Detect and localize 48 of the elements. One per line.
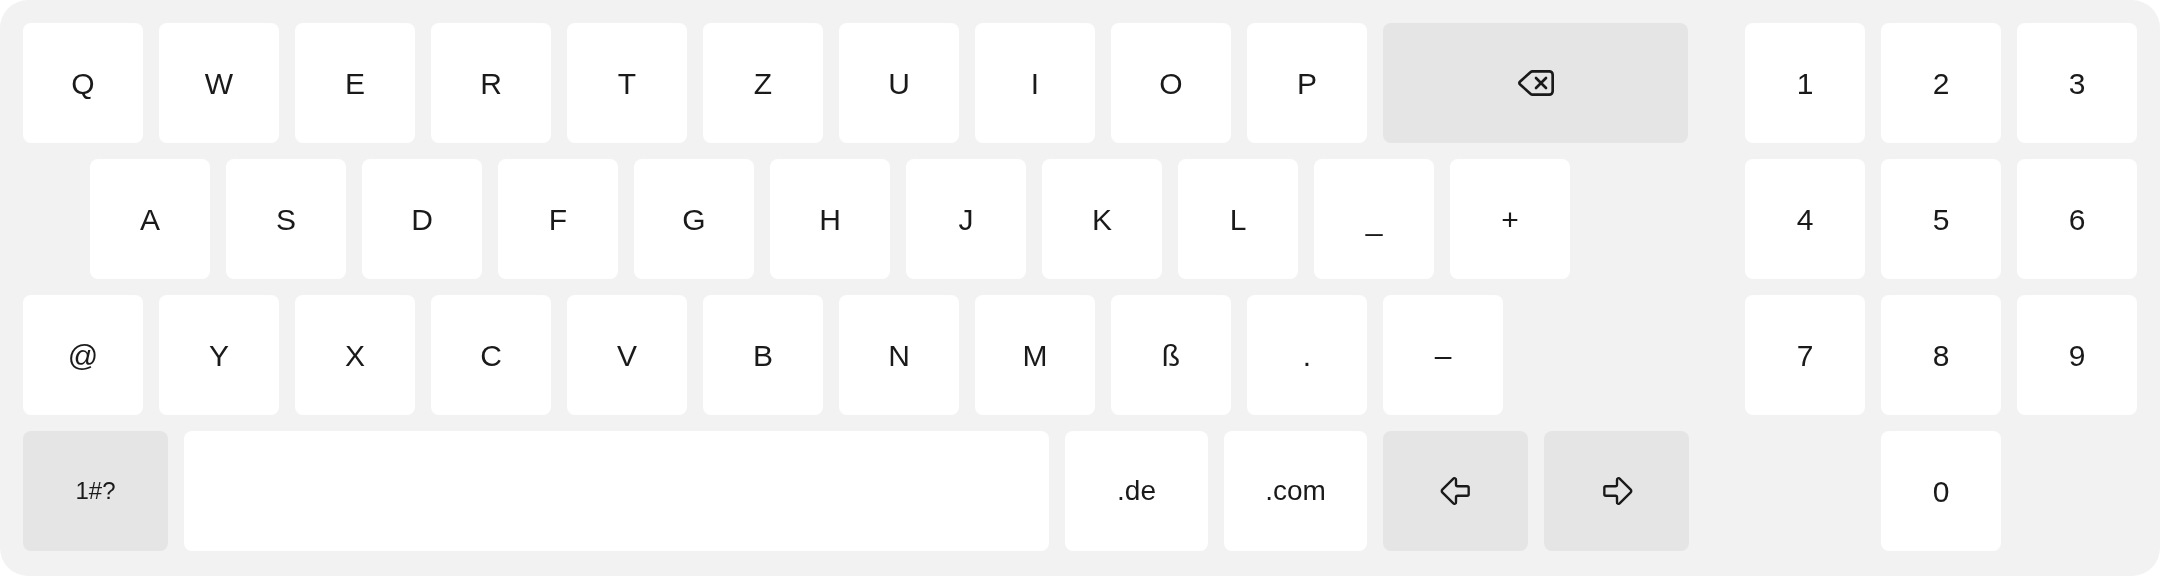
number-key[interactable]: 3 [2017, 23, 2137, 143]
key[interactable]: D [362, 159, 482, 279]
key[interactable]: N [839, 295, 959, 415]
key[interactable]: ß [1111, 295, 1231, 415]
number-key[interactable]: 5 [1881, 159, 2001, 279]
key[interactable]: S [226, 159, 346, 279]
domain-key[interactable]: .com [1224, 431, 1367, 551]
key[interactable]: Z [703, 23, 823, 143]
key[interactable]: K [1042, 159, 1162, 279]
key[interactable]: J [906, 159, 1026, 279]
key[interactable]: X [295, 295, 415, 415]
symbols-key[interactable]: 1#? [23, 431, 168, 551]
key[interactable]: G [634, 159, 754, 279]
number-key[interactable]: 4 [1745, 159, 1865, 279]
key[interactable]: – [1383, 295, 1503, 415]
number-key[interactable]: 2 [1881, 23, 2001, 143]
domain-key[interactable]: .de [1065, 431, 1208, 551]
key[interactable]: @ [23, 295, 143, 415]
number-key[interactable]: 7 [1745, 295, 1865, 415]
key[interactable]: _ [1314, 159, 1434, 279]
key[interactable]: M [975, 295, 1095, 415]
key[interactable]: V [567, 295, 687, 415]
key[interactable]: E [295, 23, 415, 143]
key[interactable]: Q [23, 23, 143, 143]
key[interactable]: A [90, 159, 210, 279]
number-key[interactable]: 9 [2017, 295, 2137, 415]
key[interactable]: I [975, 23, 1095, 143]
key[interactable]: H [770, 159, 890, 279]
key[interactable]: T [567, 23, 687, 143]
number-key[interactable]: 8 [1881, 295, 2001, 415]
left-arrow-key[interactable] [1383, 431, 1528, 551]
key[interactable]: C [431, 295, 551, 415]
right-arrow-key[interactable] [1544, 431, 1689, 551]
key[interactable]: O [1111, 23, 1231, 143]
number-key[interactable]: 0 [1881, 431, 2001, 551]
key[interactable]: + [1450, 159, 1570, 279]
key[interactable]: F [498, 159, 618, 279]
key[interactable]: W [159, 23, 279, 143]
key[interactable]: U [839, 23, 959, 143]
key[interactable]: R [431, 23, 551, 143]
key[interactable]: L [1178, 159, 1298, 279]
number-key[interactable]: 1 [1745, 23, 1865, 143]
key[interactable]: B [703, 295, 823, 415]
number-key[interactable]: 6 [2017, 159, 2137, 279]
key[interactable]: P [1247, 23, 1367, 143]
key[interactable]: . [1247, 295, 1367, 415]
backspace-key[interactable] [1383, 23, 1688, 143]
key[interactable]: Y [159, 295, 279, 415]
